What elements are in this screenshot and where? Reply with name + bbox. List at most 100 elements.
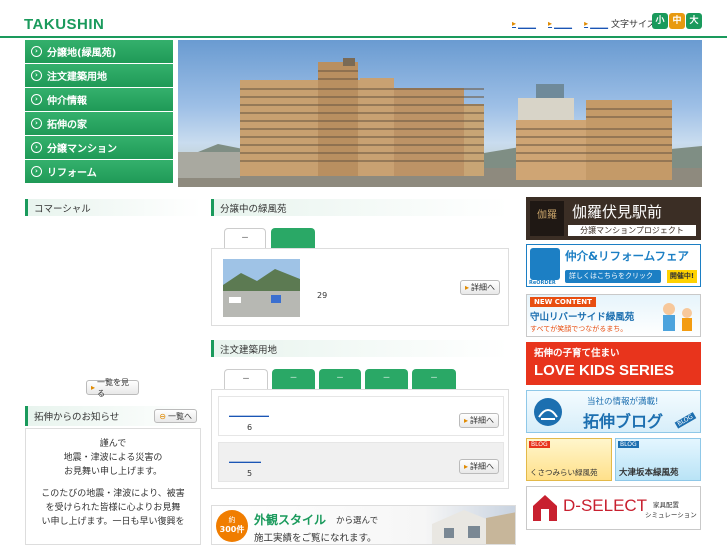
news-list-button[interactable]: ⊖ 一覧へ [154, 409, 197, 423]
dselect-sub2: シミュレーション [645, 511, 697, 519]
dselect-sub1: 家具配置 [653, 501, 679, 509]
arrow-circle-icon: › [31, 70, 42, 81]
arrow-right-icon: ▸ [464, 462, 469, 471]
hero-image [178, 40, 702, 187]
reorder-cta: 詳しくはこちらをクリック [565, 270, 661, 283]
fushimi-logo: 伽羅 [530, 201, 564, 236]
new-content-tag: NEW CONTENT [530, 297, 596, 307]
count-badge: 約 300件 [216, 510, 248, 542]
property-photo-image [223, 259, 300, 317]
badge-number: 300件 [219, 525, 245, 534]
font-size-small-button[interactable]: 小 [652, 13, 668, 29]
tab-land-5[interactable]: － [412, 369, 456, 389]
nav-item-custom-build-land[interactable]: › 注文建築用地 [25, 64, 173, 87]
property-photo[interactable] [223, 259, 300, 317]
sub-blogs-banner: BLOG くさつみらい緑風苑 BLOG 大津坂本緑風苑 [526, 438, 701, 481]
exterior-style-banner[interactable]: 約 300件 外観スタイル から選んで 施工実績をご覧になれます。 [211, 505, 516, 545]
commercial-heading: コマーシャル [25, 199, 201, 216]
land-item-count: 5 [247, 469, 253, 478]
reorder-fair-banner[interactable]: ReORDER 仲介&リフォームフェア 詳しくはこちらをクリック 開催中! [526, 244, 701, 287]
moriyama-sub: すべてが笑顔でつながるまち。 [530, 325, 628, 333]
land-item-count: 6 [247, 423, 253, 432]
kusatsu-blog-banner[interactable]: BLOG くさつみらい緑風苑 [526, 438, 612, 481]
custom-land-panel: ＿＿＿＿＿ 6 ▸ 詳細へ ＿＿＿＿ 5 ▸ 詳細へ [211, 389, 509, 489]
dselect-title: D-SELECT [563, 496, 648, 515]
blog-tag: BLOG [618, 441, 639, 448]
fushimi-sub: 分譲マンションプロジェクト [568, 225, 696, 236]
header-divider [0, 36, 727, 38]
tab-land-3[interactable]: － [319, 369, 361, 389]
fushimi-title: 伽羅伏見駅前 [572, 203, 663, 221]
notice-line: を受けられた皆様に心よりお見舞 [45, 503, 181, 513]
house-photo [432, 510, 515, 544]
notice-line: お見舞い申し上げます。 [63, 467, 163, 477]
reorder-title: 仲介&リフォームフェア [565, 249, 689, 263]
land-list-item: ＿＿＿＿＿ 6 ▸ 詳細へ [218, 396, 504, 436]
otsu-blog-banner[interactable]: BLOG 大津坂本緑風苑 [615, 438, 701, 481]
land-item-link[interactable]: ＿＿＿＿ [229, 453, 261, 464]
land-list-item: ＿＿＿＿ 5 ▸ 詳細へ [218, 442, 504, 482]
selling-panel: 29 ▸ 詳細へ [211, 248, 509, 326]
notice-line: 地震・津波による災害の [63, 453, 163, 463]
top-link-3[interactable]: ▸ ＿＿ [584, 17, 608, 30]
property-count: 29 [317, 291, 328, 300]
arrow-circle-icon: › [31, 94, 42, 105]
property-detail-button[interactable]: ▸ 詳細へ [460, 280, 501, 295]
arrow-right-icon: ▸ [548, 19, 553, 28]
blog-emblem-icon [534, 398, 562, 426]
nav-item-subdivision[interactable]: › 分譲地(緑風苑) [25, 40, 173, 63]
family-illustration [663, 303, 692, 331]
house-icon [533, 495, 557, 521]
tab-selling-2[interactable] [271, 228, 315, 248]
notice-spacer [26, 479, 200, 487]
moriyama-title: 守山リバーサイド緑風苑 [530, 312, 635, 323]
arrow-right-icon: ⊖ [159, 411, 166, 421]
font-size-large-button[interactable]: 大 [686, 13, 702, 29]
site-logo[interactable]: TAKUSHIN [24, 16, 104, 33]
love-kids-banner[interactable]: 拓伸の子育て住まい LOVE KIDS SERIES [526, 342, 701, 385]
disaster-notice: 謹んで 地震・津波による災害の お見舞い申し上げます。 このたびの地震・津波によ… [25, 428, 201, 545]
commercial-list-button[interactable]: ▸ 一覧を見る [86, 378, 139, 398]
tab-selling-1[interactable]: － [224, 228, 266, 248]
font-size-label: 文字サイズ [611, 20, 656, 30]
lovekids-title: LOVE KIDS SERIES [534, 362, 675, 379]
selling-heading: 分譲中の緑風苑 [211, 199, 509, 216]
land-item-link[interactable]: ＿＿＿＿＿ [229, 407, 269, 418]
notice-line: 謹んで [99, 439, 127, 449]
nav-item-takushin-house[interactable]: › 拓伸の家 [25, 112, 173, 135]
blog-title: 拓伸ブログ [583, 412, 664, 431]
reorder-badge: 開催中! [667, 270, 697, 283]
land-item-detail-button[interactable]: ▸ 詳細へ [459, 413, 500, 428]
blog-tag: BLOG [529, 441, 550, 448]
hero-buildings-illustration [178, 58, 702, 187]
font-size-medium-button[interactable]: 中 [669, 13, 685, 29]
top-links: ▸ ＿＿ ▸ ＿＿ ▸ ＿＿ [512, 17, 608, 30]
arrow-circle-icon: › [31, 118, 42, 129]
top-link-2[interactable]: ▸ ＿＿ [548, 17, 572, 30]
nav-item-reform[interactable]: › リフォーム [25, 160, 173, 183]
arrow-circle-icon: › [31, 166, 42, 177]
moriyama-riverside-banner[interactable]: NEW CONTENT 守山リバーサイド緑風苑 すべてが笑顔でつながるまち。 [526, 294, 701, 337]
top-link-1[interactable]: ▸ ＿＿ [512, 17, 536, 30]
tab-land-4[interactable]: － [365, 369, 408, 389]
arrow-right-icon: ▸ [512, 19, 517, 28]
banner-sub-text: 施工実績をご覧になれます。 [254, 533, 377, 544]
nav-item-condominium[interactable]: › 分譲マンション [25, 136, 173, 159]
land-item-detail-button[interactable]: ▸ 詳細へ [459, 459, 500, 474]
d-select-banner[interactable]: D-SELECT 家具配置 シミュレーション [526, 486, 701, 530]
tab-land-2[interactable]: － [272, 369, 315, 389]
main-nav: › 分譲地(緑風苑) › 注文建築用地 › 仲介情報 › 拓伸の家 › 分譲マンション ›… [25, 40, 173, 184]
takushin-blog-banner[interactable]: 当社の情報が満載! 拓伸ブログ BLOG [526, 390, 701, 433]
otsu-blog-title: 大津坂本緑風苑 [619, 468, 679, 478]
arrow-right-icon: ▸ [91, 383, 96, 392]
news-heading: 拓伸からのお知らせ [34, 412, 120, 423]
badge-top: 約 [228, 516, 236, 524]
blog-top: 当社の情報が満載! [587, 397, 659, 407]
arrow-circle-icon: › [31, 142, 42, 153]
reorder-logo-icon [530, 248, 560, 280]
nav-item-brokerage[interactable]: › 仲介情報 [25, 88, 173, 111]
custom-land-heading: 注文建築用地 [211, 340, 509, 357]
notice-line: い申し上げます。一日も早い復興を [41, 517, 185, 527]
fushimi-banner[interactable]: 伽羅 伽羅伏見駅前 分譲マンションプロジェクト [526, 197, 701, 240]
tab-land-1[interactable]: － [224, 369, 268, 389]
